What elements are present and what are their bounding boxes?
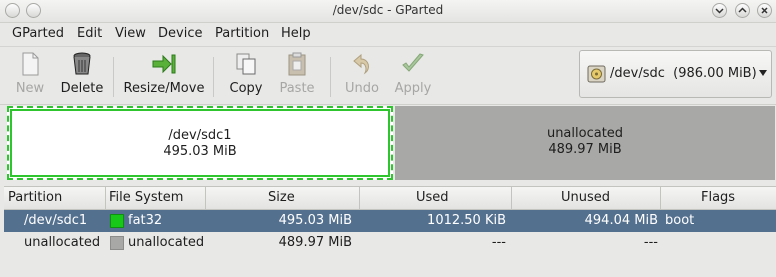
cell-used: 1012.50 KiB: [427, 213, 506, 228]
partition-block-size: 495.03 MiB: [163, 144, 237, 159]
partition-block-size: 489.97 MiB: [548, 142, 622, 157]
delete-label: Delete: [60, 81, 104, 96]
undo-button[interactable]: Undo: [342, 51, 382, 101]
col-flags-header[interactable]: Flags: [701, 190, 735, 205]
column-divider[interactable]: [105, 187, 106, 209]
column-divider[interactable]: [359, 187, 360, 209]
device-selector[interactable]: /dev/sdc (986.00 MiB): [579, 50, 772, 98]
column-divider[interactable]: [205, 187, 206, 209]
resize-move-label: Resize/Move: [123, 81, 205, 96]
title-bar: /dev/sdc - GParted: [0, 0, 776, 23]
drive-icon: [587, 65, 606, 83]
partition-block-name: unallocated: [546, 126, 624, 141]
col-used-header[interactable]: Used: [416, 190, 449, 205]
minimize-button[interactable]: [712, 3, 727, 18]
cell-partition: unallocated: [24, 235, 101, 250]
menu-help[interactable]: Help: [281, 26, 311, 41]
partition-block-name: /dev/sdc1: [168, 128, 232, 143]
cell-size: 495.03 MiB: [278, 213, 352, 228]
cell-filesystem: unallocated: [128, 235, 205, 250]
close-button[interactable]: [757, 3, 772, 18]
paste-button[interactable]: Paste: [277, 51, 317, 101]
menu-edit[interactable]: Edit: [77, 26, 102, 41]
copy-button[interactable]: Copy: [226, 51, 266, 101]
partition-map: /dev/sdc1 495.03 MiB unallocated 489.97 …: [4, 106, 776, 180]
paste-label: Paste: [279, 81, 315, 96]
undo-label: Undo: [345, 81, 379, 96]
partition-block-sdc1[interactable]: /dev/sdc1 495.03 MiB: [7, 106, 393, 180]
new-document-icon: [17, 51, 43, 77]
table-row[interactable]: unallocated unallocated 489.97 MiB --- -…: [4, 232, 776, 254]
cell-filesystem: fat32: [128, 213, 163, 228]
fs-color-swatch: [110, 214, 124, 228]
menu-gparted[interactable]: GParted: [12, 26, 64, 41]
col-size-header[interactable]: Size: [268, 190, 295, 205]
menu-device[interactable]: Device: [158, 26, 202, 41]
device-selector-label: /dev/sdc (986.00 MiB): [610, 66, 757, 81]
cell-unused: 494.04 MiB: [584, 213, 658, 228]
cell-size: 489.97 MiB: [278, 235, 352, 250]
menu-partition[interactable]: Partition: [215, 26, 269, 41]
cell-used: ---: [491, 235, 506, 250]
copy-icon: [233, 51, 259, 77]
column-divider[interactable]: [511, 187, 512, 209]
partition-block-unallocated[interactable]: unallocated 489.97 MiB: [395, 106, 775, 180]
delete-button[interactable]: Delete: [57, 51, 107, 101]
table-header: Partition File System Size Used Unused F…: [4, 186, 776, 210]
table-row[interactable]: /dev/sdc1 fat32 495.03 MiB 1012.50 KiB 4…: [4, 210, 776, 232]
toolbar-separator: [330, 57, 331, 97]
column-divider[interactable]: [660, 187, 661, 209]
cell-unused: ---: [643, 235, 658, 250]
trash-icon: [69, 51, 95, 77]
apply-button[interactable]: Apply: [393, 51, 433, 101]
col-filesystem-header[interactable]: File System: [109, 190, 183, 205]
fs-color-swatch: [110, 236, 124, 250]
col-partition-header[interactable]: Partition: [8, 190, 62, 205]
maximize-button[interactable]: [735, 3, 750, 18]
resize-move-button[interactable]: Resize/Move: [121, 51, 207, 101]
undo-icon: [349, 51, 375, 77]
window-title: /dev/sdc - GParted: [332, 3, 444, 17]
paste-icon: [284, 51, 310, 77]
checkmark-icon: [400, 51, 426, 77]
new-button[interactable]: New: [10, 51, 50, 101]
cell-partition: /dev/sdc1: [24, 213, 88, 228]
close-icon: [761, 7, 768, 14]
menu-view[interactable]: View: [115, 26, 146, 41]
resize-arrow-icon: [151, 51, 177, 77]
new-label: New: [15, 81, 45, 96]
menu-bar: GParted Edit View Device Partition Help: [0, 23, 776, 45]
copy-label: Copy: [229, 81, 263, 96]
chevron-down-icon: [715, 8, 724, 14]
toolbar-separator: [213, 57, 214, 97]
toolbar-separator: [113, 57, 114, 97]
chevron-up-icon: [738, 7, 747, 13]
cell-flags: boot: [665, 213, 695, 228]
col-unused-header[interactable]: Unused: [561, 190, 610, 205]
dropdown-arrow-icon: [759, 70, 767, 76]
apply-label: Apply: [394, 81, 432, 96]
